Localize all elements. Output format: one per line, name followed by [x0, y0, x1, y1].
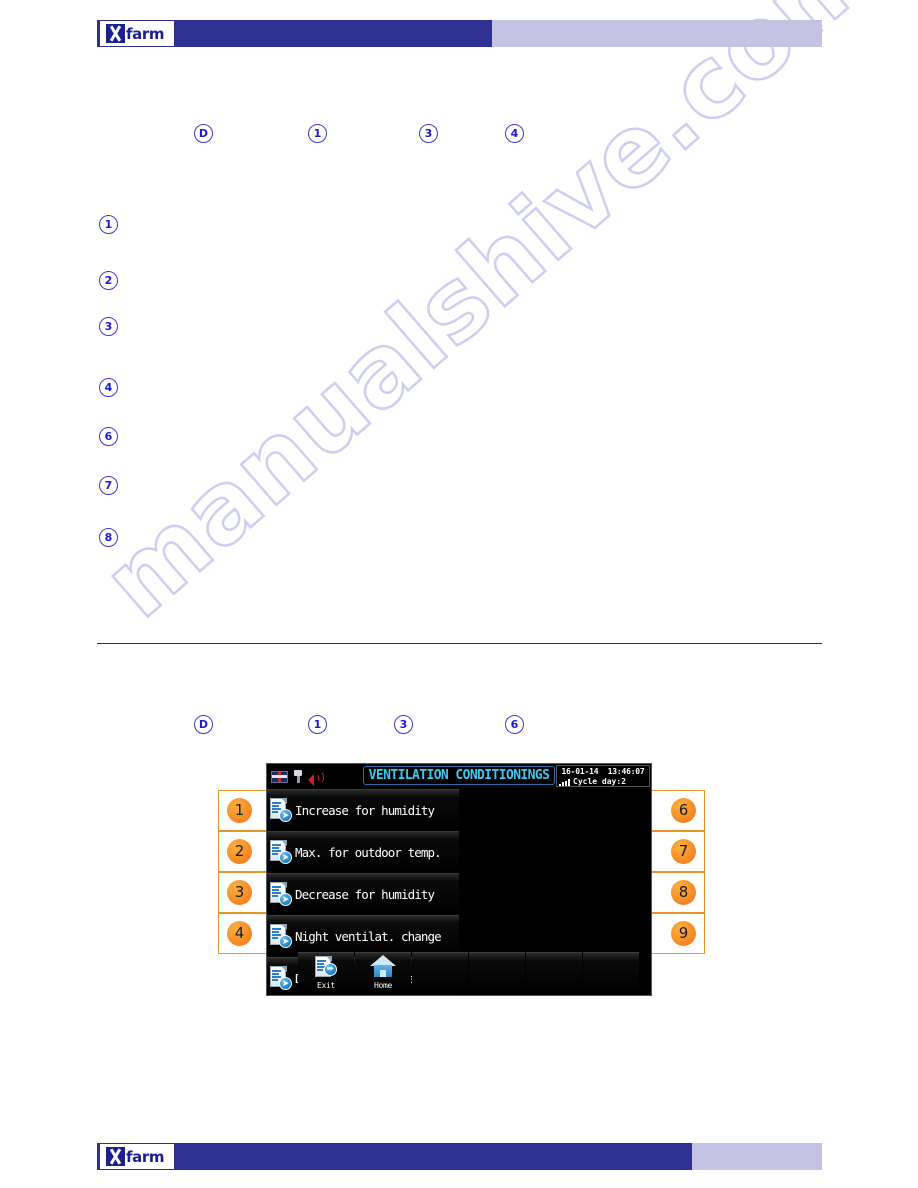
document-forward-icon: ➤	[270, 839, 292, 865]
callout-circle-8: 8	[671, 880, 696, 905]
marker-inline-d-top: D	[194, 124, 213, 143]
logo-wordmark: farm	[126, 1147, 165, 1166]
footer-light-strip	[692, 1143, 822, 1170]
menu-item-label: Increase for humidity	[295, 802, 435, 818]
callout-circle-7: 7	[671, 839, 696, 864]
device-cycle-day: Cycle day:2	[573, 777, 626, 786]
status-icon-group	[271, 770, 324, 786]
marker-list-7: 7	[99, 476, 118, 495]
toolbar-button-label: Home	[373, 981, 393, 990]
document-forward-icon: ➤	[270, 797, 292, 823]
logo-wordmark: farm	[126, 24, 165, 43]
header-light-strip	[492, 20, 822, 47]
device-bottom-toolbar: ➨ Exit Home	[267, 952, 651, 995]
menu-item-increase-for-humidity[interactable]: ➤ Increase for humidity	[267, 789, 459, 830]
marker-inline-4-top: 4	[505, 124, 524, 143]
home-icon	[370, 955, 396, 979]
toolbar-button-label: Exit	[316, 981, 336, 990]
logo-x-icon	[106, 1147, 125, 1166]
marker-list-1: 1	[99, 215, 118, 234]
toolbar-empty-button-4[interactable]	[469, 952, 525, 992]
uk-flag-icon[interactable]	[271, 770, 288, 783]
logo-x-icon	[106, 24, 125, 43]
callout-circle-1: 1	[227, 798, 252, 823]
callout-circle-2: 2	[227, 839, 252, 864]
toolbar-exit-button[interactable]: ➨ Exit	[298, 952, 354, 992]
device-screenshot: VENTILATION CONDITIONINGS 16-01-14 13:46…	[266, 763, 652, 996]
watermark-text: manualshive.com	[81, 0, 897, 641]
footer-dark-strip	[97, 1143, 692, 1170]
device-status-bar: VENTILATION CONDITIONINGS 16-01-14 13:46…	[267, 764, 651, 789]
document-forward-icon: ➤	[270, 923, 292, 949]
marker-inline-1-bottom: 1	[308, 715, 327, 734]
callout-circle-6: 6	[671, 798, 696, 823]
device-date: 16-01-14	[561, 767, 599, 776]
menu-item-label: Night ventilat. change	[295, 928, 442, 944]
device-datetime: 16-01-14 13:46:07	[557, 767, 649, 777]
menu-item-night-ventilat-change[interactable]: ➤ Night ventilat. change	[267, 915, 459, 956]
marker-inline-1-top: 1	[308, 124, 327, 143]
footer-brand-bar: farm	[97, 1143, 822, 1170]
menu-item-decrease-for-humidity[interactable]: ➤ Decrease for humidity	[267, 873, 459, 914]
header-brand-bar: farm	[97, 20, 822, 47]
usb-icon	[293, 770, 303, 783]
signal-bars-icon	[559, 778, 570, 786]
section-divider	[97, 643, 822, 644]
callout-circle-4: 4	[227, 921, 252, 946]
menu-item-label: Max. for outdoor temp.	[295, 844, 442, 860]
menu-item-label: Decrease for humidity	[295, 886, 435, 902]
callout-circle-9: 9	[671, 921, 696, 946]
toolbar-empty-button-5[interactable]	[526, 952, 582, 992]
menu-item-max-for-outdoor-temp[interactable]: ➤ Max. for outdoor temp.	[267, 831, 459, 872]
marker-list-8: 8	[99, 528, 118, 547]
footer-logo: farm	[100, 1144, 174, 1169]
device-clock-panel: 16-01-14 13:46:07 Cycle day:2	[556, 765, 650, 787]
marker-inline-d-bottom: D	[194, 715, 213, 734]
header-logo: farm	[100, 21, 174, 46]
device-time: 13:46:07	[607, 767, 645, 776]
marker-inline-3-bottom: 3	[394, 715, 413, 734]
device-cycle-row: Cycle day:2	[557, 777, 649, 787]
device-page-title: VENTILATION CONDITIONINGS	[363, 766, 555, 785]
document-back-icon: ➨	[315, 955, 337, 977]
page-watermark: manualshive.com	[81, 0, 897, 820]
marker-list-4: 4	[99, 378, 118, 397]
toolbar-empty-button-6[interactable]	[583, 952, 639, 992]
callout-circle-3: 3	[227, 880, 252, 905]
toolbar-home-button[interactable]: Home	[355, 952, 411, 992]
document-forward-icon: ➤	[270, 881, 292, 907]
marker-list-6: 6	[99, 427, 118, 446]
marker-inline-3-top: 3	[419, 124, 438, 143]
marker-list-3: 3	[99, 317, 118, 336]
marker-list-2: 2	[99, 271, 118, 290]
toolbar-empty-button-3[interactable]	[412, 952, 468, 992]
marker-inline-6-bottom: 6	[505, 715, 524, 734]
sound-icon[interactable]	[308, 771, 324, 786]
